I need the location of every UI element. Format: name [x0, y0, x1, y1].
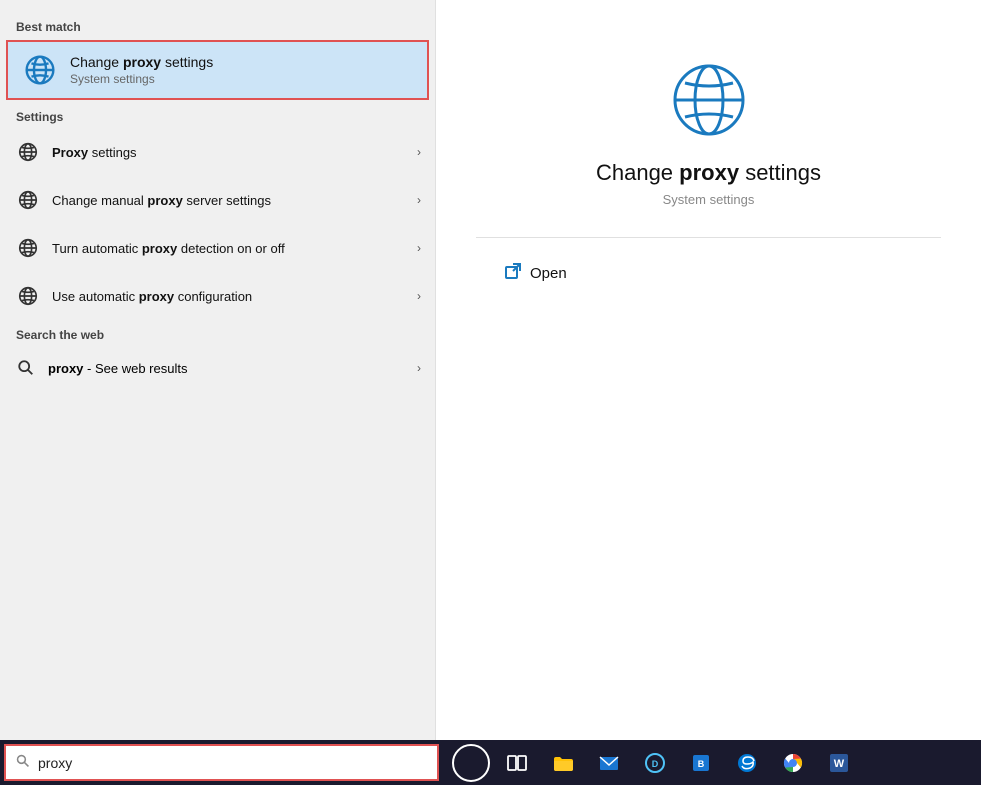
- edge-icon: [736, 752, 758, 774]
- taskbar-edge-button[interactable]: [725, 741, 769, 785]
- taskbar-chrome-button[interactable]: [771, 741, 815, 785]
- search-panel: Best match Change proxy settings System …: [0, 0, 435, 740]
- settings-item-proxy-settings[interactable]: Proxy settings ›: [0, 128, 435, 176]
- best-match-subtitle: System settings: [70, 72, 213, 86]
- svg-text:B: B: [698, 759, 705, 769]
- settings-label: Settings: [0, 102, 435, 128]
- chevron-icon-1: ›: [417, 145, 421, 159]
- detail-globe-icon: [669, 60, 749, 140]
- globe-icon-1: [14, 138, 42, 166]
- chevron-icon-3: ›: [417, 241, 421, 255]
- chevron-icon-4: ›: [417, 289, 421, 303]
- taskbar-start-button[interactable]: [449, 741, 493, 785]
- best-match-icon: [22, 52, 58, 88]
- explorer-icon: [552, 752, 574, 774]
- chevron-icon-web: ›: [417, 361, 421, 375]
- dell-icon: D: [644, 752, 666, 774]
- taskview-icon: [507, 753, 527, 773]
- detail-title: Change proxy settings: [596, 160, 821, 186]
- globe-icon-4: [14, 282, 42, 310]
- settings-item-turn-automatic[interactable]: Turn automatic proxy detection on or off…: [0, 224, 435, 272]
- taskbar-app1-button[interactable]: B: [679, 741, 723, 785]
- web-section-label: Search the web: [0, 320, 435, 346]
- detail-divider: [476, 237, 941, 238]
- taskbar: proxy: [0, 740, 981, 785]
- settings-item-turn-automatic-label: Turn automatic proxy detection on or off: [52, 241, 417, 256]
- taskbar-dell-button[interactable]: D: [633, 741, 677, 785]
- detail-subtitle: System settings: [663, 192, 755, 207]
- settings-item-proxy-settings-label: Proxy settings: [52, 145, 417, 160]
- detail-panel: Change proxy settings System settings Op…: [435, 0, 981, 740]
- detail-open-label: Open: [530, 265, 567, 282]
- web-search-text: proxy - See web results: [48, 361, 417, 376]
- open-external-icon: [504, 262, 522, 285]
- svg-text:W: W: [834, 758, 845, 770]
- settings-item-change-manual[interactable]: Change manual proxy server settings ›: [0, 176, 435, 224]
- settings-item-change-manual-label: Change manual proxy server settings: [52, 193, 417, 208]
- chevron-icon-2: ›: [417, 193, 421, 207]
- detail-open-button[interactable]: Open: [496, 258, 575, 289]
- word-icon: W: [828, 752, 850, 774]
- settings-item-use-automatic[interactable]: Use automatic proxy configuration ›: [0, 272, 435, 320]
- start-circle-icon: [452, 744, 490, 782]
- mail-icon: [598, 752, 620, 774]
- taskbar-explorer-button[interactable]: [541, 741, 585, 785]
- chrome-icon: [782, 752, 804, 774]
- results-area: Best match Change proxy settings System …: [0, 0, 435, 740]
- app1-icon: B: [690, 752, 712, 774]
- best-match-label: Best match: [0, 12, 435, 38]
- web-search-icon: [14, 356, 38, 380]
- taskbar-taskview-button[interactable]: [495, 741, 539, 785]
- taskbar-search-value: proxy: [38, 755, 72, 771]
- best-match-text: Change proxy settings System settings: [70, 54, 213, 86]
- web-search-item[interactable]: proxy - See web results ›: [0, 346, 435, 390]
- taskbar-word-button[interactable]: W: [817, 741, 861, 785]
- globe-icon-2: [14, 186, 42, 214]
- taskbar-search-box[interactable]: proxy: [4, 744, 439, 781]
- svg-text:D: D: [652, 759, 659, 769]
- taskbar-mail-button[interactable]: [587, 741, 631, 785]
- detail-content: Change proxy settings System settings Op…: [436, 0, 981, 309]
- best-match-title: Change proxy settings: [70, 54, 213, 70]
- taskbar-icon-row: D B: [449, 741, 861, 785]
- settings-item-use-automatic-label: Use automatic proxy configuration: [52, 289, 417, 304]
- taskbar-search-icon: [16, 754, 30, 771]
- best-match-item[interactable]: Change proxy settings System settings: [6, 40, 429, 100]
- globe-icon-3: [14, 234, 42, 262]
